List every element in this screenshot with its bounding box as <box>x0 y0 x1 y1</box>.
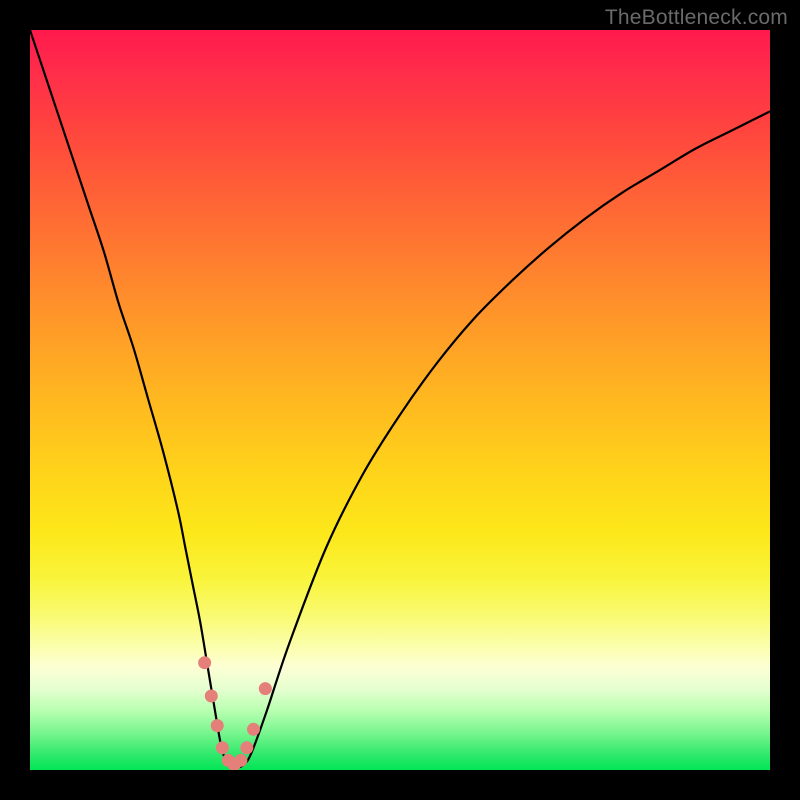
trough-dot <box>259 682 272 695</box>
trough-dot <box>211 719 224 732</box>
trough-dot <box>247 723 260 736</box>
bottleneck-curve <box>30 30 770 768</box>
plot-area <box>30 30 770 770</box>
trough-dot <box>240 741 253 754</box>
watermark-text: TheBottleneck.com <box>605 6 788 30</box>
trough-dot <box>205 690 218 703</box>
chart-frame: TheBottleneck.com <box>0 0 800 800</box>
chart-svg <box>30 30 770 770</box>
trough-dot <box>198 656 211 669</box>
trough-dot <box>216 741 229 754</box>
trough-dot <box>234 754 247 767</box>
